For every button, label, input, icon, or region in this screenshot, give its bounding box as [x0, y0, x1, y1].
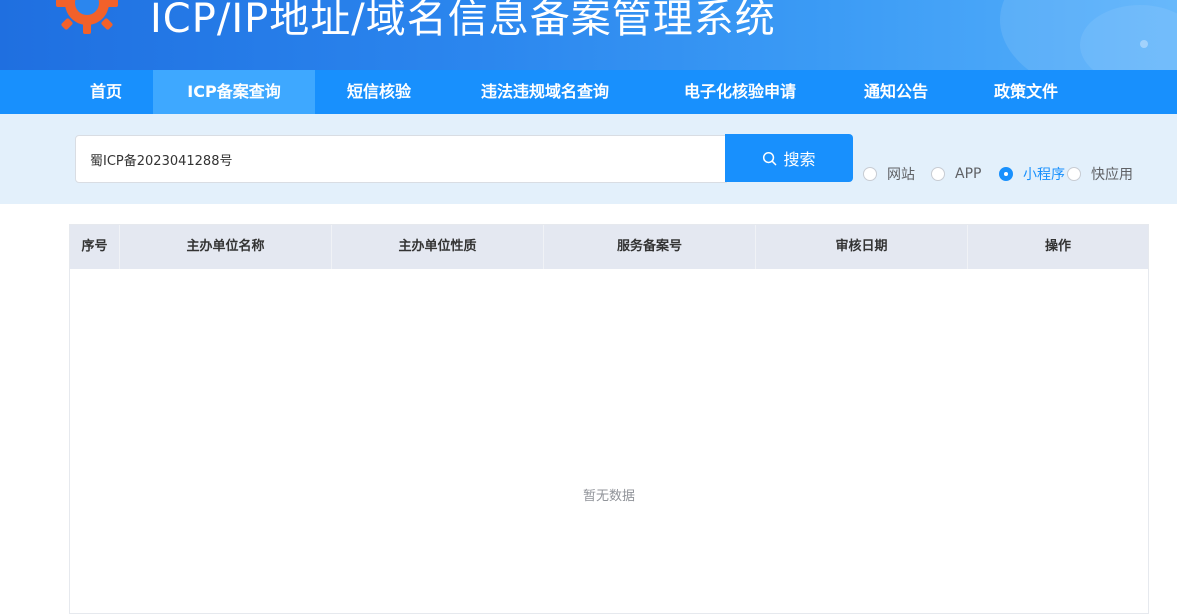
radio-circle[interactable] — [1067, 167, 1081, 181]
search-button-label: 搜索 — [783, 150, 816, 169]
column-header-sponsor-name: 主办单位名称 — [120, 225, 332, 269]
radio-label: 网站 — [887, 167, 915, 183]
nav-item-sms-verify[interactable]: 短信核验 — [320, 70, 438, 114]
column-header-review-date: 审核日期 — [756, 225, 968, 269]
column-header-service-record-no: 服务备案号 — [544, 225, 756, 269]
radio-label: 小程序 — [1023, 167, 1065, 183]
column-header-index: 序号 — [70, 225, 120, 269]
results-table: 序号 主办单位名称 主办单位性质 服务备案号 审核日期 操作 暂无数据 — [69, 224, 1149, 614]
column-header-actions: 操作 — [1044, 239, 1071, 254]
search-panel: 搜索 网站 APP 小程序 快应用 — [0, 114, 1177, 204]
main-nav: 首页 ICP备案查询 短信核验 违法违规域名查询 电子化核验申请 通知公告 政策… — [0, 70, 1177, 114]
site-header: ICP/IP地址/域名信息备案管理系统 — [0, 0, 1177, 70]
nav-item-e-verify-apply[interactable]: 电子化核验申请 — [660, 70, 820, 114]
radio-circle[interactable] — [863, 167, 877, 181]
nav-item-home[interactable]: 首页 — [60, 70, 152, 114]
nav-item-illegal-domain-query[interactable]: 违法违规域名查询 — [455, 70, 635, 114]
table-header: 序号 主办单位名称 主办单位性质 服务备案号 审核日期 操作 — [70, 225, 1148, 269]
radio-circle[interactable] — [931, 167, 945, 181]
radio-mini-program[interactable]: 小程序 — [999, 166, 1065, 183]
radio-app[interactable]: APP — [931, 166, 981, 182]
empty-state-text: 暂无数据 — [582, 489, 635, 504]
radio-label: APP — [955, 166, 982, 182]
radio-website[interactable]: 网站 — [863, 166, 915, 183]
site-title: ICP/IP地址/域名信息备案管理系统 — [150, 0, 776, 42]
radio-label: 快应用 — [1091, 167, 1133, 183]
search-input[interactable] — [75, 135, 727, 183]
nav-item-icp-query[interactable]: ICP备案查询 — [153, 70, 315, 114]
radio-circle[interactable] — [999, 167, 1013, 181]
header-decoration — [1140, 40, 1148, 48]
search-icon — [763, 151, 777, 165]
gear-logo-icon[interactable] — [52, 0, 122, 38]
column-header-sponsor-nature: 主办单位性质 — [332, 225, 544, 269]
nav-item-policy-docs[interactable]: 政策文件 — [970, 70, 1082, 114]
nav-item-notices[interactable]: 通知公告 — [840, 70, 952, 114]
search-button[interactable]: 搜索 — [725, 134, 853, 182]
radio-quick-app[interactable]: 快应用 — [1067, 166, 1133, 183]
